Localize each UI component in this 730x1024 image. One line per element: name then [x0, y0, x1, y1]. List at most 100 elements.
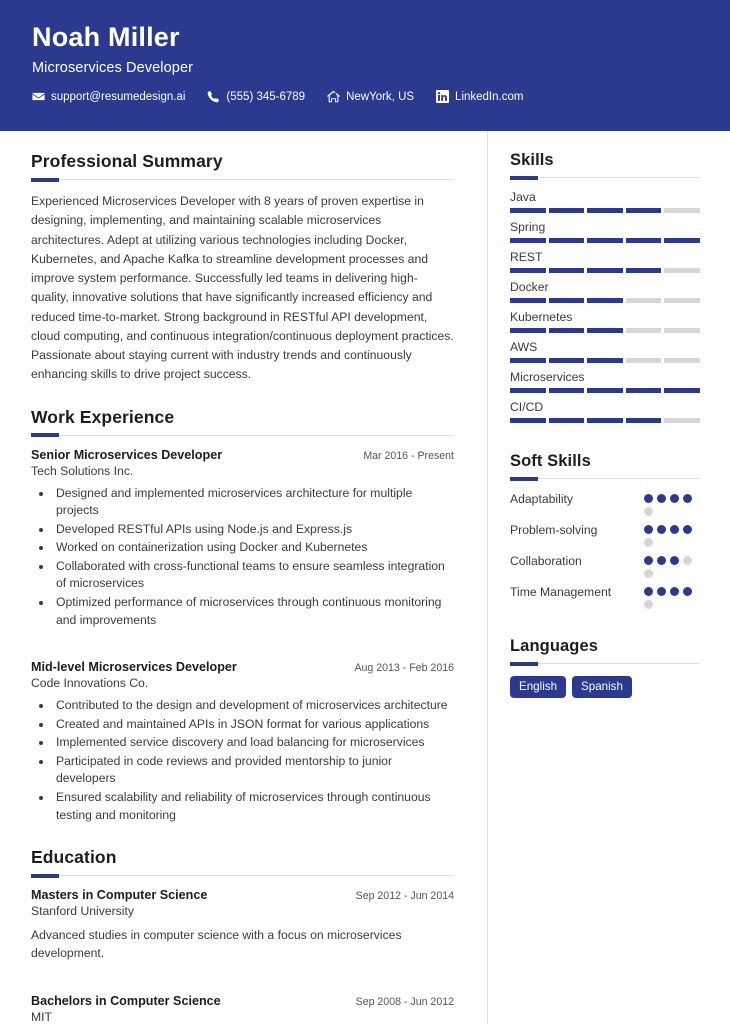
skill-segment: [510, 298, 546, 303]
resume-document: Noah Miller Microservices Developer supp…: [0, 0, 730, 1024]
list-item: Contributed to the design and developmen…: [53, 697, 454, 715]
main-column: Professional Summary Experienced Microse…: [0, 131, 487, 1024]
soft-skill-item: Time Management: [510, 584, 700, 609]
section-professional-summary: Professional Summary Experienced Microse…: [31, 151, 454, 385]
rating-dot: [683, 556, 692, 565]
experience-company: Code Innovations Co.: [31, 676, 149, 691]
skill-item: CI/CD: [510, 400, 700, 423]
soft-skill-item: Adaptability: [510, 491, 700, 516]
experience-bullet-list: Designed and implemented microservices a…: [31, 485, 454, 630]
skill-level-bar: [510, 418, 700, 423]
list-item: Participated in code reviews and provide…: [53, 753, 454, 788]
skill-segment: [548, 268, 585, 273]
skill-item: Microservices: [510, 370, 700, 393]
rating-dot: [683, 494, 692, 503]
experience-entry: Mid-level Microservices Developer Aug 20…: [31, 660, 454, 824]
soft-skill-rating: [644, 491, 700, 516]
section-divider: [31, 433, 454, 438]
list-item: Ensured scalability and reliability of m…: [53, 789, 454, 824]
section-heading-languages: Languages: [510, 637, 599, 655]
skill-segment: [587, 268, 623, 273]
language-tag[interactable]: English: [510, 676, 567, 698]
skill-segment: [548, 388, 585, 393]
section-divider: [510, 476, 700, 481]
skill-segment: [587, 208, 623, 213]
skill-segment: [587, 328, 623, 333]
skill-item: AWS: [510, 340, 700, 363]
skill-name: Docker: [510, 280, 549, 294]
experience-dates: Aug 2013 - Feb 2016: [354, 662, 454, 675]
skill-segment: [664, 238, 700, 243]
skill-name: CI/CD: [510, 400, 544, 414]
rating-dot: [644, 538, 653, 547]
education-school: MIT: [31, 1009, 52, 1024]
skill-segment: [510, 418, 546, 423]
section-heading-summary: Professional Summary: [31, 151, 223, 171]
skill-level-bar: [510, 328, 700, 333]
skill-segment: [625, 268, 662, 273]
section-languages: Languages English Spanish: [510, 637, 700, 698]
rating-dot: [657, 556, 666, 565]
contact-phone[interactable]: (555) 345-6789: [207, 90, 305, 103]
rating-dot: [670, 494, 679, 503]
skill-level-bar: [510, 238, 700, 243]
skill-item: Spring: [510, 220, 700, 243]
list-item: Developed RESTful APIs using Node.js and…: [53, 521, 454, 539]
rating-dot: [657, 525, 666, 534]
education-entry: Bachelors in Computer Science Sep 2008 -…: [31, 994, 454, 1024]
education-degree: Bachelors in Computer Science: [31, 993, 221, 1008]
experience-entry: Senior Microservices Developer Mar 2016 …: [31, 448, 454, 630]
skill-segment: [664, 268, 700, 273]
section-heading-education: Education: [31, 847, 117, 868]
contact-linkedin-label: LinkedIn.com: [455, 90, 524, 103]
section-work-experience: Work Experience Senior Microservices Dev…: [31, 407, 454, 824]
linkedin-icon: [436, 90, 450, 104]
language-tag[interactable]: Spanish: [572, 676, 632, 698]
soft-skill-rating: [644, 522, 700, 547]
soft-skill-name: Problem-solving: [510, 523, 598, 537]
skill-segment: [625, 388, 662, 393]
skills-list: Java Spring REST Docker Kubernetes AWS Microse…: [510, 190, 700, 423]
soft-skill-item: Collaboration: [510, 553, 700, 578]
experience-role: Mid-level Microservices Developer: [31, 660, 237, 675]
skill-segment: [664, 208, 700, 213]
skill-segment: [510, 358, 546, 363]
skill-segment: [510, 268, 546, 273]
education-description: Advanced studies in computer science wit…: [31, 928, 402, 961]
experience-dates: Mar 2016 - Present: [363, 449, 454, 462]
soft-skill-name: Adaptability: [510, 492, 574, 506]
soft-skills-list: Adaptability Problem-solving Collaboration…: [510, 491, 700, 609]
soft-skill-item: Problem-solving: [510, 522, 700, 547]
contact-linkedin[interactable]: LinkedIn.com: [436, 90, 524, 104]
contact-phone-label: (555) 345-6789: [226, 90, 306, 103]
soft-skill-name: Time Management: [510, 585, 612, 599]
skill-name: REST: [510, 250, 543, 264]
list-item: Optimized performance of microservices t…: [53, 594, 454, 629]
contact-email[interactable]: support@resumedesign.ai: [32, 90, 185, 103]
skill-level-bar: [510, 208, 700, 213]
skill-segment: [548, 298, 585, 303]
experience-company: Tech Solutions Inc.: [31, 463, 134, 478]
contact-location[interactable]: NewYork, US: [327, 90, 414, 103]
skill-segment: [548, 238, 585, 243]
list-item: Collaborated with cross-functional teams…: [53, 558, 454, 593]
skill-item: Kubernetes: [510, 310, 700, 333]
rating-dot: [670, 525, 679, 534]
skill-segment: [664, 418, 700, 423]
rating-dot: [657, 587, 666, 596]
skill-item: REST: [510, 250, 700, 273]
section-heading-skills: Skills: [510, 151, 554, 169]
rating-dot: [657, 494, 666, 503]
sidebar-column: Skills Java Spring REST Docker Kubernetes AWS…: [487, 131, 730, 1024]
list-item: Designed and implemented microservices a…: [53, 485, 454, 520]
skill-segment: [664, 358, 700, 363]
section-divider: [510, 175, 700, 180]
skill-segment: [548, 328, 585, 333]
rating-dot: [644, 525, 653, 534]
skill-segment: [510, 208, 546, 213]
skill-segment: [548, 418, 585, 423]
section-skills: Skills Java Spring REST Docker Kubernetes AWS…: [510, 151, 700, 423]
skill-segment: [625, 328, 662, 333]
